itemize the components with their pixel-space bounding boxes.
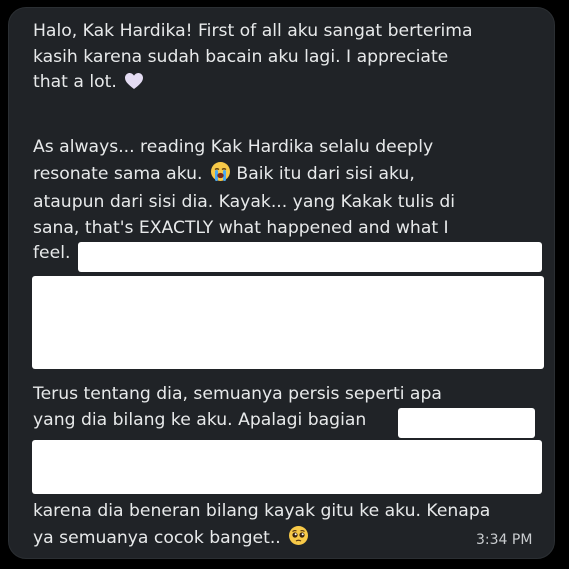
- message-line: As always... reading Kak Hardika selalu …: [33, 137, 434, 157]
- message-timestamp: 3:34 PM: [476, 532, 533, 548]
- redaction-block: [32, 440, 542, 494]
- redaction-block: [32, 276, 544, 369]
- message-line: Halo, Kak Hardika! First of all aku sang…: [33, 21, 473, 41]
- redaction-block: [78, 242, 542, 272]
- pleading-face-icon: [288, 525, 309, 555]
- redaction-block: [398, 408, 535, 438]
- message-line: Terus tentang dia, semuanya persis seper…: [33, 384, 442, 404]
- message-line: ya semuanya cocok banget..: [33, 525, 543, 555]
- white-heart-icon: [124, 72, 144, 99]
- message-line: kasih karena sudah bacain aku lagi. I ap…: [33, 46, 449, 67]
- message-line: sana, that's EXACTLY what happened and w…: [33, 217, 449, 238]
- message-line: resonate sama aku. Baik itu dari sisi ak…: [33, 161, 543, 191]
- message-line: karena dia beneran bilang kayak gitu ke …: [33, 501, 491, 521]
- loudly-crying-face-icon: [210, 161, 231, 191]
- message-line: ataupun dari sisi dia. Kayak... yang Kak…: [33, 192, 456, 212]
- message-paragraph-1: Halo, Kak Hardika! First of all aku sang…: [33, 19, 543, 99]
- message-bubble[interactable]: Halo, Kak Hardika! First of all aku sang…: [8, 7, 555, 559]
- message-paragraph-4: karena dia beneran bilang kayak gitu ke …: [33, 499, 543, 554]
- message-line: that a lot.: [33, 70, 543, 99]
